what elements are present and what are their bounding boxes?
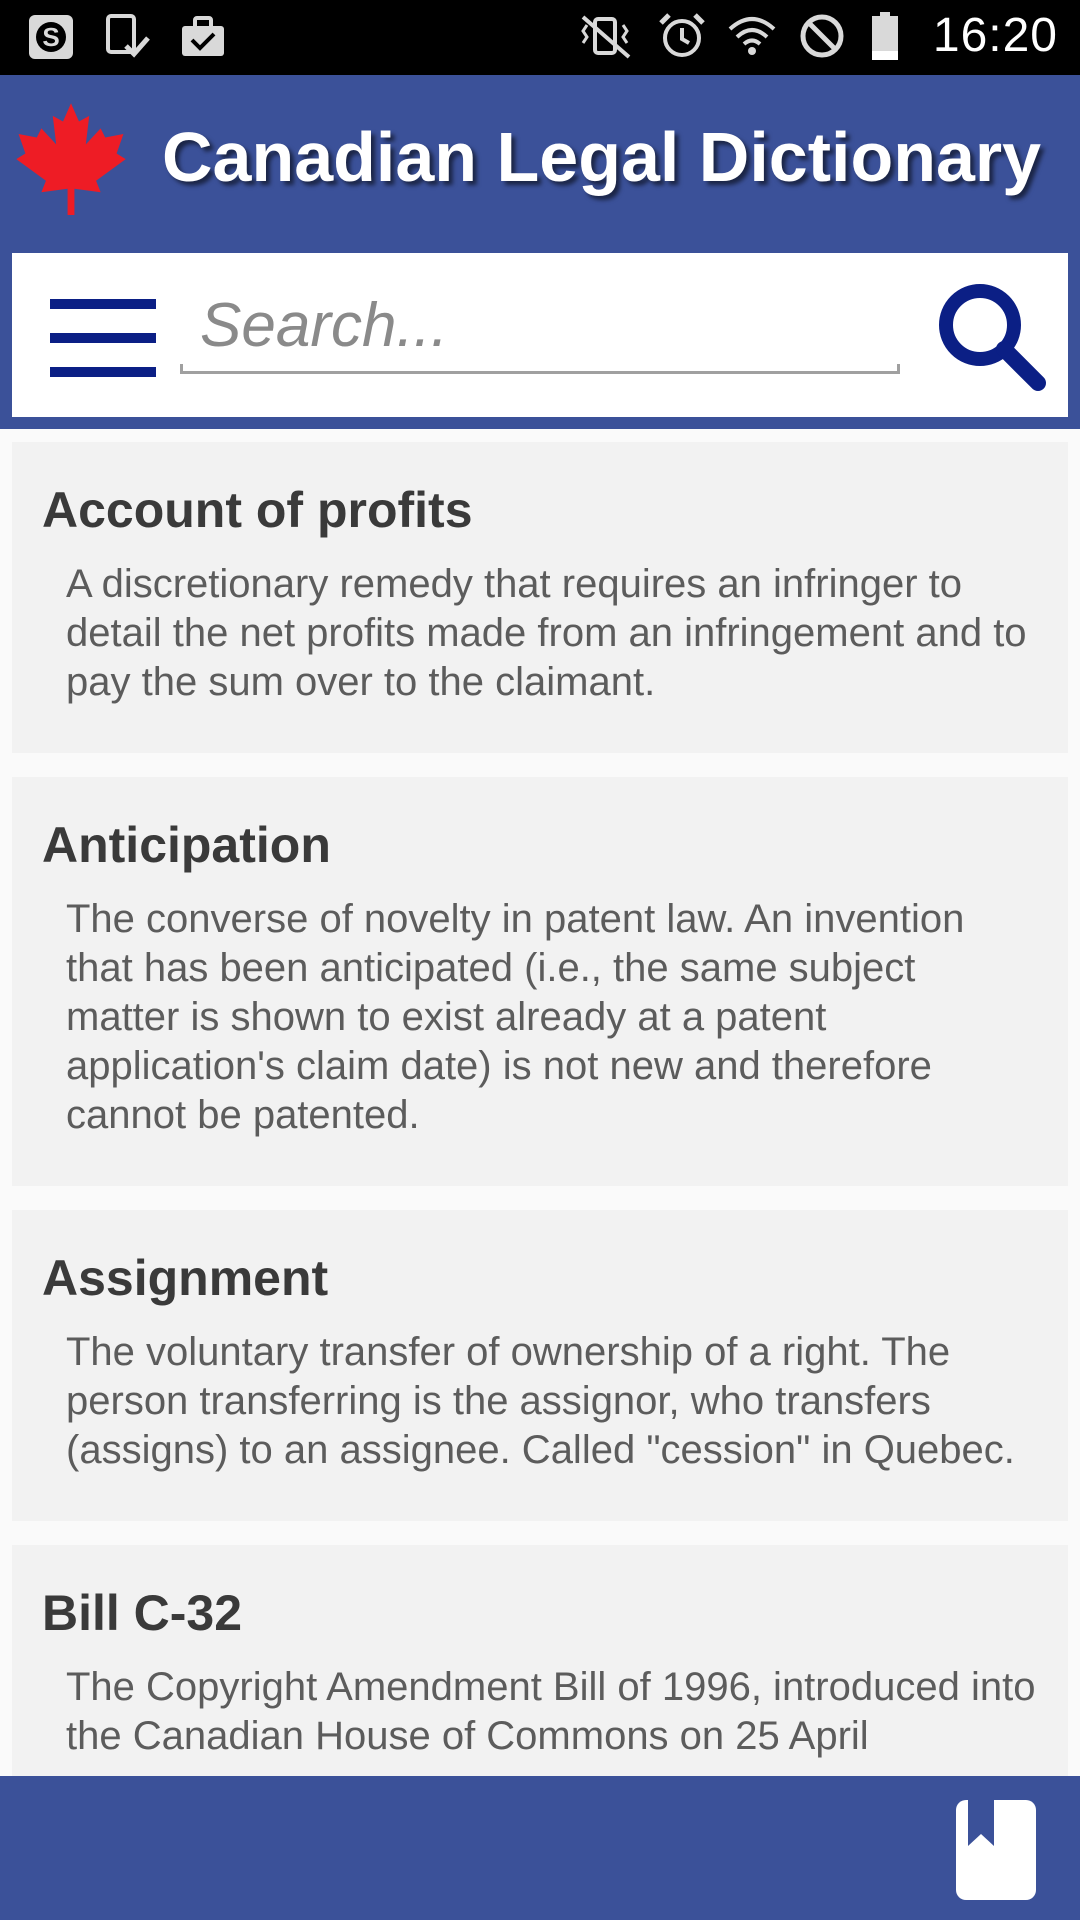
search-underline <box>180 364 900 374</box>
app-title: Canadian Legal Dictionary <box>162 118 1042 196</box>
entry-term: Bill C-32 <box>42 1585 243 1641</box>
list-item[interactable]: Anticipation The converse of novelty in … <box>12 777 1068 1186</box>
bookmark-icon <box>968 1800 994 1846</box>
entry-term: Anticipation <box>42 817 331 873</box>
status-right-icons: 16:20 <box>573 8 1058 63</box>
magnifier-icon[interactable] <box>932 277 1052 397</box>
entry-definition: A discretionary remedy that requires an … <box>66 562 1027 704</box>
entry-definition: The converse of novelty in patent law. A… <box>66 897 965 1137</box>
bottom-bar <box>0 1776 1080 1920</box>
hamburger-menu-icon[interactable] <box>36 293 156 383</box>
vibrate-mute-icon <box>581 14 631 59</box>
menu-line <box>50 333 156 343</box>
screen: S 16:20 Canadian Legal Dictionary Search… <box>0 0 1080 1920</box>
dictionary-list: Account of profits A discretionary remed… <box>12 442 1068 1831</box>
entry-term: Assignment <box>42 1250 329 1306</box>
search-input[interactable] <box>180 283 900 367</box>
list-item[interactable]: Bill C-32 The Copyright Amendment Bill o… <box>12 1545 1068 1807</box>
list-item[interactable]: Assignment The voluntary transfer of own… <box>12 1210 1068 1521</box>
status-time: 16:20 <box>932 9 1058 62</box>
bookmark-button[interactable] <box>956 1800 1036 1900</box>
menu-line <box>50 367 156 377</box>
alarm-icon <box>659 12 705 57</box>
search-bar <box>12 253 1068 417</box>
wifi-icon <box>728 16 776 55</box>
skype-icon: S <box>29 15 73 59</box>
entry-term: Account of profits <box>42 482 473 538</box>
briefcase-check-icon <box>182 16 224 56</box>
search-band <box>0 253 1080 429</box>
download-done-icon <box>106 14 150 58</box>
menu-line <box>50 299 156 309</box>
entry-definition: The Copyright Amendment Bill of 1996, in… <box>66 1665 1036 1758</box>
entry-definition: The voluntary transfer of ownership of a… <box>66 1330 1015 1472</box>
maple-leaf-icon <box>16 103 126 215</box>
list-item[interactable]: Account of profits A discretionary remed… <box>12 442 1068 753</box>
blocked-icon <box>800 14 844 57</box>
svg-text:S: S <box>42 22 59 52</box>
app-bar: Canadian Legal Dictionary <box>0 75 1080 253</box>
battery-icon <box>871 11 898 60</box>
status-left-icons: S <box>26 12 228 62</box>
status-bar: S 16:20 <box>0 0 1080 75</box>
